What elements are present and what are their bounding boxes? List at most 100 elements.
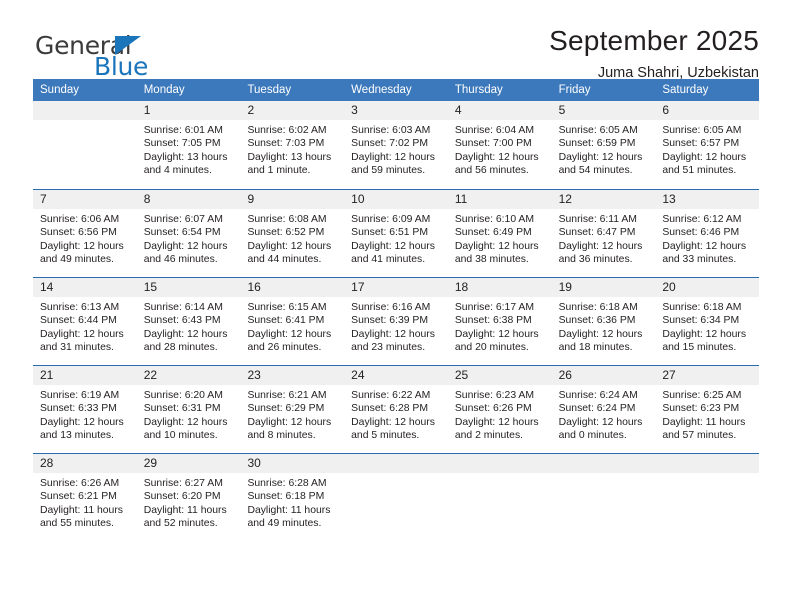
sunrise-time: Sunrise: 6:05 AM <box>662 125 742 136</box>
day-number: 14 <box>33 278 137 297</box>
day-number: 21 <box>33 366 137 385</box>
calendar-day-cell[interactable]: 14 Sunrise: 6:13 AM Sunset: 6:44 PM Dayligh… <box>33 278 137 365</box>
calendar-day-cell[interactable]: 28 Sunrise: 6:26 AM Sunset: 6:21 PM Dayligh… <box>33 454 137 541</box>
daylight-duration-line1: Daylight: 12 hours <box>143 240 228 252</box>
daylight-duration-line1: Daylight: 11 hours <box>247 504 331 516</box>
weekday-header-sunday: Sunday <box>40 84 80 96</box>
calendar-day-cell[interactable]: 29 Sunrise: 6:27 AM Sunset: 6:20 PM Dayligh… <box>136 454 241 541</box>
calendar-day-cell[interactable]: 1 Sunrise: 6:01 AM Sunset: 7:05 PM Daylight… <box>136 101 241 189</box>
calendar-day-cell[interactable]: 20 Sunrise: 6:18 AM Sunset: 6:34 PM Dayligh… <box>655 278 760 365</box>
calendar-week-row: 7 Sunrise: 6:06 AM Sunset: 6:56 PM Daylight… <box>33 189 760 277</box>
calendar-day-cell[interactable]: 12 Sunrise: 6:11 AM Sunset: 6:47 PM Dayligh… <box>551 190 656 277</box>
calendar-day-cell[interactable]: 7 Sunrise: 6:06 AM Sunset: 6:56 PM Daylight… <box>33 190 137 277</box>
daylight-duration-line1: Daylight: 12 hours <box>351 240 435 252</box>
daylight-duration-line2: and 13 minutes. <box>40 430 114 442</box>
sunset-time: Sunset: 6:43 PM <box>143 315 221 327</box>
day-sun-info: Sunrise: 6:19 AM Sunset: 6:33 PM Daylight:… <box>33 385 137 443</box>
calendar-day-cell[interactable]: 10 Sunrise: 6:09 AM Sunset: 6:51 PM Dayligh… <box>344 190 448 277</box>
daylight-duration-line2: and 15 minutes. <box>662 342 737 354</box>
general-blue-logo: General Blue <box>33 26 183 79</box>
day-sun-info: Sunrise: 6:07 AM Sunset: 6:54 PM Daylight:… <box>137 209 241 267</box>
daylight-duration-line2: and 0 minutes. <box>558 430 627 442</box>
daylight-duration-line1: Daylight: 13 hours <box>143 151 228 163</box>
sunrise-time: Sunrise: 6:21 AM <box>247 390 327 401</box>
calendar-day-cell[interactable]: 15 Sunrise: 6:14 AM Sunset: 6:43 PM Dayligh… <box>136 278 241 365</box>
sunset-time: Sunset: 6:46 PM <box>662 227 740 239</box>
calendar-day-cell[interactable]: 18 Sunrise: 6:17 AM Sunset: 6:38 PM Dayligh… <box>447 278 552 365</box>
daylight-duration-line2: and 38 minutes. <box>454 254 529 266</box>
weekday-header-saturday: Saturday <box>662 84 709 96</box>
day-sun-info: Sunrise: 6:08 AM Sunset: 6:52 PM Daylight:… <box>240 209 344 267</box>
day-number: 16 <box>240 278 345 297</box>
calendar-day-cell[interactable]: 4 Sunrise: 6:04 AM Sunset: 7:00 PM Daylight… <box>447 101 552 189</box>
day-sun-info: Sunrise: 6:11 AM Sunset: 6:47 PM Daylight:… <box>552 209 656 267</box>
calendar-day-cell[interactable]: 27 Sunrise: 6:25 AM Sunset: 6:23 PM Dayligh… <box>655 366 760 453</box>
sunset-time: Sunset: 7:05 PM <box>143 138 221 150</box>
sunrise-time: Sunrise: 6:07 AM <box>143 214 223 225</box>
calendar-day-cell[interactable]: 26 Sunrise: 6:24 AM Sunset: 6:24 PM Dayligh… <box>551 366 656 453</box>
day-sun-info: Sunrise: 6:02 AM Sunset: 7:03 PM Daylight:… <box>240 120 344 178</box>
day-number: 22 <box>136 366 241 385</box>
daylight-duration-line2: and 1 minute. <box>247 165 311 177</box>
sunset-time: Sunset: 6:36 PM <box>558 315 636 327</box>
calendar-day-cell[interactable]: 2 Sunrise: 6:02 AM Sunset: 7:03 PM Daylight… <box>240 101 345 189</box>
calendar-day-cell-empty <box>447 454 552 541</box>
calendar-day-cell[interactable]: 5 Sunrise: 6:05 AM Sunset: 6:59 PM Daylight… <box>551 101 656 189</box>
calendar-day-cell[interactable]: 30 Sunrise: 6:28 AM Sunset: 6:18 PM Dayligh… <box>240 454 345 541</box>
calendar-day-cell[interactable]: 6 Sunrise: 6:05 AM Sunset: 6:57 PM Daylight… <box>655 101 760 189</box>
sunset-time: Sunset: 6:49 PM <box>454 227 532 239</box>
day-number <box>33 101 137 120</box>
sunrise-time: Sunrise: 6:24 AM <box>558 390 638 401</box>
day-number: 26 <box>551 366 656 385</box>
sunset-time: Sunset: 6:52 PM <box>247 227 325 239</box>
daylight-duration-line1: Daylight: 12 hours <box>143 416 228 428</box>
sunrise-time: Sunrise: 6:16 AM <box>351 302 431 313</box>
day-sun-info: Sunrise: 6:04 AM Sunset: 7:00 PM Daylight:… <box>448 120 552 178</box>
day-number: 28 <box>33 454 137 473</box>
sunset-time: Sunset: 6:54 PM <box>143 227 221 239</box>
calendar-day-cell[interactable]: 25 Sunrise: 6:23 AM Sunset: 6:26 PM Dayligh… <box>447 366 552 453</box>
sunrise-time: Sunrise: 6:13 AM <box>40 302 120 313</box>
sunrise-time: Sunrise: 6:25 AM <box>662 390 742 401</box>
calendar-day-cell[interactable]: 19 Sunrise: 6:18 AM Sunset: 6:36 PM Dayligh… <box>551 278 656 365</box>
sunrise-time: Sunrise: 6:08 AM <box>247 214 327 225</box>
calendar-day-cell[interactable]: 8 Sunrise: 6:07 AM Sunset: 6:54 PM Daylight… <box>136 190 241 277</box>
sunset-time: Sunset: 7:03 PM <box>247 138 325 150</box>
sunset-time: Sunset: 6:18 PM <box>247 491 325 503</box>
calendar-day-cell[interactable]: 23 Sunrise: 6:21 AM Sunset: 6:29 PM Dayligh… <box>240 366 345 453</box>
sunset-time: Sunset: 6:29 PM <box>247 403 325 415</box>
sunrise-time: Sunrise: 6:02 AM <box>247 125 327 136</box>
daylight-duration-line1: Daylight: 12 hours <box>454 416 539 428</box>
sunset-time: Sunset: 6:33 PM <box>40 403 117 415</box>
calendar-day-cell[interactable]: 17 Sunrise: 6:16 AM Sunset: 6:39 PM Dayligh… <box>344 278 448 365</box>
calendar-day-cell[interactable]: 16 Sunrise: 6:15 AM Sunset: 6:41 PM Dayligh… <box>240 278 345 365</box>
calendar-day-cell[interactable]: 22 Sunrise: 6:20 AM Sunset: 6:31 PM Dayligh… <box>136 366 241 453</box>
daylight-duration-line1: Daylight: 12 hours <box>247 328 332 340</box>
sunset-time: Sunset: 7:02 PM <box>351 138 428 150</box>
calendar-day-cell[interactable]: 3 Sunrise: 6:03 AM Sunset: 7:02 PM Daylight… <box>344 101 448 189</box>
calendar-day-cell[interactable]: 11 Sunrise: 6:10 AM Sunset: 6:49 PM Dayligh… <box>447 190 552 277</box>
daylight-duration-line2: and 46 minutes. <box>143 254 218 266</box>
daylight-duration-line2: and 33 minutes. <box>662 254 737 266</box>
daylight-duration-line2: and 54 minutes. <box>558 165 633 177</box>
day-number: 12 <box>551 190 656 209</box>
day-sun-info: Sunrise: 6:25 AM Sunset: 6:23 PM Daylight:… <box>655 385 759 443</box>
day-number: 6 <box>655 101 760 120</box>
calendar-day-cell[interactable]: 21 Sunrise: 6:19 AM Sunset: 6:33 PM Dayligh… <box>33 366 137 453</box>
calendar-day-cell[interactable]: 9 Sunrise: 6:08 AM Sunset: 6:52 PM Daylight… <box>240 190 345 277</box>
calendar-day-cell[interactable]: 24 Sunrise: 6:22 AM Sunset: 6:28 PM Dayligh… <box>344 366 448 453</box>
sunrise-time: Sunrise: 6:05 AM <box>558 125 638 136</box>
daylight-duration-line1: Daylight: 12 hours <box>247 240 332 252</box>
day-sun-info: Sunrise: 6:18 AM Sunset: 6:34 PM Daylight:… <box>655 297 759 355</box>
day-sun-info: Sunrise: 6:15 AM Sunset: 6:41 PM Daylight:… <box>240 297 344 355</box>
sunrise-time: Sunrise: 6:10 AM <box>454 214 535 225</box>
sunset-time: Sunset: 6:21 PM <box>40 491 117 503</box>
day-number: 18 <box>447 278 552 297</box>
day-number: 2 <box>240 101 345 120</box>
day-number <box>447 454 552 473</box>
day-number: 25 <box>447 366 552 385</box>
calendar-day-cell[interactable]: 13 Sunrise: 6:12 AM Sunset: 6:46 PM Dayligh… <box>655 190 760 277</box>
sunset-time: Sunset: 6:24 PM <box>558 403 636 415</box>
daylight-duration-line2: and 5 minutes. <box>351 430 420 442</box>
sunset-time: Sunset: 6:56 PM <box>40 227 117 239</box>
